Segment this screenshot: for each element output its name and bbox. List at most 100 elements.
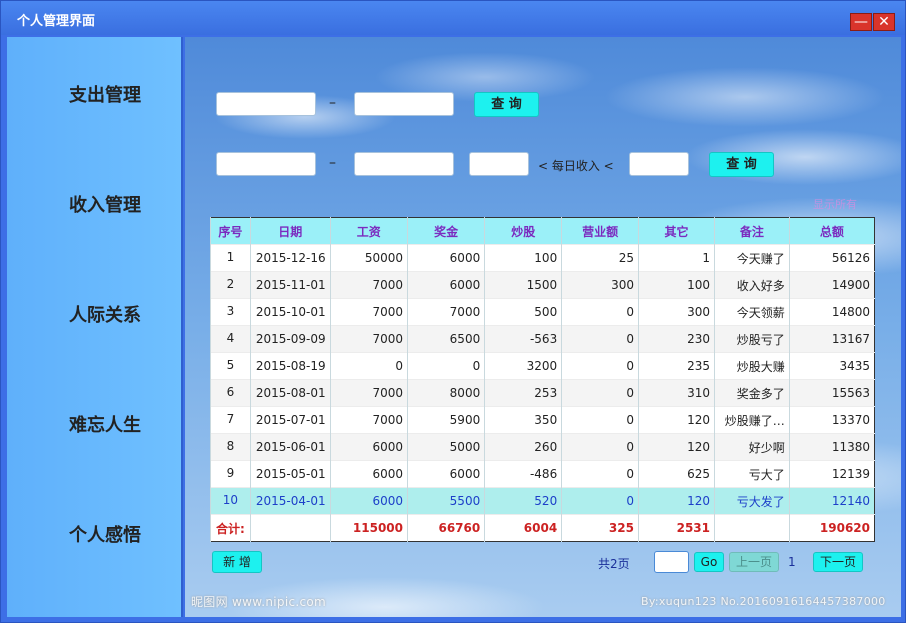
cell-salary: 7000 bbox=[329, 298, 408, 326]
cell-total: 12140 bbox=[788, 487, 875, 515]
cell-salary: 7000 bbox=[329, 325, 408, 353]
watermark-left: 昵图网 www.nipic.com bbox=[191, 595, 327, 609]
cell-stocks: -486 bbox=[484, 460, 562, 488]
cell-revenue: 0 bbox=[561, 406, 639, 434]
cell-date: 2015-09-09 bbox=[249, 325, 331, 353]
cell-note: 奖金多了 bbox=[714, 379, 790, 407]
cell-note: 收入好多 bbox=[714, 271, 790, 299]
income-table: 序号 日期 工资 奖金 炒股 营业额 其它 备注 总额 1 2015-12-16 50000 6000… bbox=[210, 217, 875, 542]
title-bar[interactable]: 个人管理界面 — ✕ bbox=[1, 1, 905, 35]
query-button-1[interactable]: 查 询 bbox=[474, 92, 539, 117]
cell-total: 13167 bbox=[788, 325, 875, 353]
table-row[interactable]: 7 2015-07-01 7000 5900 350 0 120 炒股赚了… 13370 bbox=[210, 406, 875, 434]
cell-other: 625 bbox=[637, 460, 715, 488]
total-pages-label: 共2页 bbox=[598, 557, 630, 571]
total-cell-total: 190620 bbox=[788, 514, 875, 542]
current-page-label: 1 bbox=[788, 555, 796, 569]
date-range-separator-2: – bbox=[329, 155, 336, 171]
column-header-total: 总额 bbox=[788, 217, 875, 245]
end-date-input-2[interactable] bbox=[354, 152, 454, 176]
cell-salary: 6000 bbox=[329, 460, 408, 488]
cell-total: 14800 bbox=[788, 298, 875, 326]
cell-note: 亏大了 bbox=[714, 460, 790, 488]
app-window: 个人管理界面 — ✕ 支出管理 收入管理 人际关系 难忘人生 个人感悟 – 查 … bbox=[0, 0, 906, 623]
table-row[interactable]: 5 2015-08-19 0 0 3200 0 235 炒股大赚 3435 bbox=[210, 352, 875, 380]
cell-idx: 7 bbox=[210, 406, 251, 434]
total-cell-stocks: 6004 bbox=[484, 514, 562, 542]
table-row[interactable]: 9 2015-05-01 6000 6000 -486 0 625 亏大了 12139 bbox=[210, 460, 875, 488]
cell-stocks: 3200 bbox=[484, 352, 562, 380]
sidebar-item-reflections[interactable]: 个人感悟 bbox=[7, 521, 203, 547]
start-date-input-1[interactable] bbox=[216, 92, 316, 116]
total-cell-note bbox=[714, 514, 790, 542]
cell-total: 14900 bbox=[788, 271, 875, 299]
cell-other: 100 bbox=[637, 271, 715, 299]
cell-other: 120 bbox=[637, 406, 715, 434]
cell-stocks: 253 bbox=[484, 379, 562, 407]
go-button[interactable]: Go bbox=[694, 552, 724, 572]
cell-salary: 0 bbox=[329, 352, 408, 380]
cell-revenue: 0 bbox=[561, 433, 639, 461]
total-cell-other: 2531 bbox=[637, 514, 715, 542]
table-row[interactable]: 1 2015-12-16 50000 6000 100 25 1 今天赚了 56126 bbox=[210, 244, 875, 272]
total-cell-idx: 合计: bbox=[210, 514, 251, 542]
cell-bonus: 8000 bbox=[407, 379, 485, 407]
window-title: 个人管理界面 bbox=[17, 14, 96, 29]
column-header-note: 备注 bbox=[714, 217, 790, 245]
cell-stocks: -563 bbox=[484, 325, 562, 353]
cell-bonus: 5000 bbox=[407, 433, 485, 461]
prev-page-button[interactable]: 上一页 bbox=[729, 552, 779, 572]
cell-date: 2015-10-01 bbox=[249, 298, 331, 326]
table-header-row: 序号 日期 工资 奖金 炒股 营业额 其它 备注 总额 bbox=[210, 217, 875, 245]
sidebar-item-memories[interactable]: 难忘人生 bbox=[7, 411, 203, 437]
column-header-bonus: 奖金 bbox=[407, 217, 485, 245]
cell-idx: 10 bbox=[210, 487, 251, 515]
end-date-input-1[interactable] bbox=[354, 92, 454, 116]
show-all-link[interactable]: 显示所有 bbox=[813, 196, 857, 212]
cell-date: 2015-05-01 bbox=[249, 460, 331, 488]
cell-other: 310 bbox=[637, 379, 715, 407]
sidebar-item-relationships[interactable]: 人际关系 bbox=[7, 301, 203, 327]
cell-date: 2015-08-01 bbox=[249, 379, 331, 407]
cell-other: 230 bbox=[637, 325, 715, 353]
table-row[interactable]: 4 2015-09-09 7000 6500 -563 0 230 炒股亏了 13167 bbox=[210, 325, 875, 353]
cell-revenue: 300 bbox=[561, 271, 639, 299]
cell-note: 今天领薪 bbox=[714, 298, 790, 326]
cell-bonus: 6000 bbox=[407, 460, 485, 488]
cell-revenue: 0 bbox=[561, 487, 639, 515]
close-button[interactable]: ✕ bbox=[873, 13, 895, 31]
cell-bonus: 6500 bbox=[407, 325, 485, 353]
add-button[interactable]: 新 增 bbox=[212, 551, 262, 573]
sidebar-item-expense[interactable]: 支出管理 bbox=[7, 81, 203, 107]
minimize-button[interactable]: — bbox=[850, 13, 872, 31]
page-number-input[interactable] bbox=[654, 551, 689, 573]
max-daily-income-input[interactable] bbox=[629, 152, 689, 176]
sidebar-item-income[interactable]: 收入管理 bbox=[7, 191, 203, 217]
cell-bonus: 5900 bbox=[407, 406, 485, 434]
cell-total: 12139 bbox=[788, 460, 875, 488]
cell-bonus: 0 bbox=[407, 352, 485, 380]
cell-date: 2015-12-16 bbox=[249, 244, 331, 272]
cell-stocks: 350 bbox=[484, 406, 562, 434]
min-daily-income-input[interactable] bbox=[469, 152, 529, 176]
query-button-2[interactable]: 查 询 bbox=[709, 152, 774, 177]
cell-total: 3435 bbox=[788, 352, 875, 380]
table-row[interactable]: 6 2015-08-01 7000 8000 253 0 310 奖金多了 15563 bbox=[210, 379, 875, 407]
cell-total: 13370 bbox=[788, 406, 875, 434]
cell-note: 炒股大赚 bbox=[714, 352, 790, 380]
cell-idx: 8 bbox=[210, 433, 251, 461]
start-date-input-2[interactable] bbox=[216, 152, 316, 176]
table-row[interactable]: 3 2015-10-01 7000 7000 500 0 300 今天领薪 14800 bbox=[210, 298, 875, 326]
cell-date: 2015-08-19 bbox=[249, 352, 331, 380]
watermark-right: By:xuqun123 No.20160916164457387000 bbox=[641, 595, 886, 608]
cell-salary: 50000 bbox=[329, 244, 408, 272]
cell-other: 120 bbox=[637, 487, 715, 515]
cell-other: 235 bbox=[637, 352, 715, 380]
table-row[interactable]: 2 2015-11-01 7000 6000 1500 300 100 收入好多 14900 bbox=[210, 271, 875, 299]
cell-revenue: 0 bbox=[561, 325, 639, 353]
table-row[interactable]: 8 2015-06-01 6000 5000 260 0 120 好少啊 11380 bbox=[210, 433, 875, 461]
cell-idx: 2 bbox=[210, 271, 251, 299]
column-header-other: 其它 bbox=[637, 217, 715, 245]
next-page-button[interactable]: 下一页 bbox=[813, 552, 863, 572]
table-row[interactable]: 10 2015-04-01 6000 5500 520 0 120 亏大发了 12140 bbox=[210, 487, 875, 515]
